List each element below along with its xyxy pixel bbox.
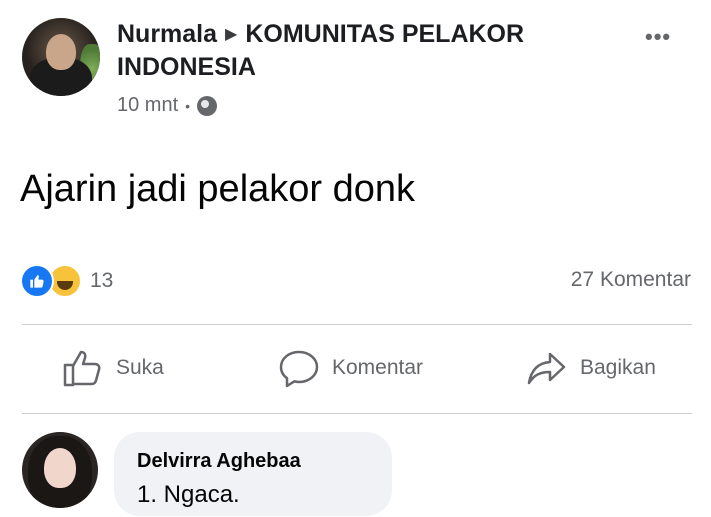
reaction-count: 13	[90, 269, 114, 292]
post-text: Ajarin jadi pelakor donk	[20, 168, 416, 210]
avatar-face	[44, 448, 76, 488]
post-header: Nurmala ▶ KOMUNITAS PELAKOR INDONESIA	[117, 18, 617, 84]
avatar-face	[46, 34, 76, 70]
comment-bubble-icon	[279, 350, 319, 388]
arrow-right-icon: ▶	[225, 26, 238, 43]
divider-bottom	[22, 413, 692, 414]
share-arrow-icon	[527, 352, 566, 385]
commenter-avatar[interactable]	[22, 432, 98, 508]
commenter-name[interactable]: Delvirra Aghebaa	[137, 450, 301, 473]
more-options-icon[interactable]: •••	[645, 24, 671, 50]
comment-count-link[interactable]: 27 Komentar	[571, 268, 691, 292]
author-avatar[interactable]	[22, 18, 100, 96]
thumbs-up-icon	[63, 350, 101, 387]
post-meta: 10 mnt •	[117, 94, 218, 117]
divider-top	[22, 324, 692, 325]
like-label: Suka	[116, 356, 164, 379]
comment-button[interactable]: Komentar	[278, 348, 423, 388]
comment-label: Komentar	[332, 356, 424, 379]
comment-text: 1. Ngaca.	[137, 481, 240, 508]
globe-icon	[197, 95, 218, 116]
author-name[interactable]: Nurmala	[117, 20, 217, 48]
share-label: Bagikan	[580, 356, 656, 379]
share-button[interactable]: Bagikan	[526, 348, 656, 388]
like-button[interactable]: Suka	[62, 348, 164, 388]
separator-dot: •	[185, 97, 191, 114]
post-time[interactable]: 10 mnt	[117, 94, 178, 117]
like-reaction-icon	[20, 264, 54, 298]
reactions-summary[interactable]: 13	[20, 264, 113, 298]
